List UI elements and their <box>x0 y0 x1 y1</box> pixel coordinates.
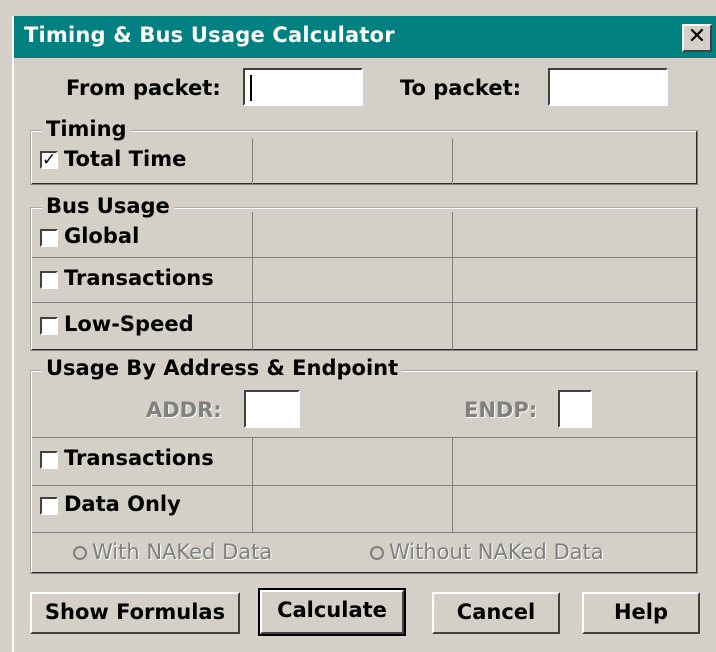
row-divider <box>32 302 696 303</box>
without-naked-data-radio[interactable] <box>370 546 384 560</box>
low-speed-checkbox[interactable] <box>40 317 58 335</box>
total-time-label[interactable]: Total Time <box>64 147 186 171</box>
from-packet-input[interactable] <box>243 68 363 106</box>
bus-usage-legend: Bus Usage <box>42 195 174 217</box>
row-divider <box>32 532 696 533</box>
column-divider <box>452 212 453 350</box>
with-naked-data-radio[interactable] <box>73 546 87 560</box>
to-packet-label: To packet: <box>400 76 522 100</box>
timing-legend: Timing <box>42 118 131 140</box>
from-packet-label: From packet: <box>66 76 221 100</box>
to-packet-input[interactable] <box>548 68 668 106</box>
window-title: Timing & Bus Usage Calculator <box>24 23 395 47</box>
addr-transactions-label[interactable]: Transactions <box>64 446 214 470</box>
title-bar[interactable]: Timing & Bus Usage Calculator ✕ <box>14 16 716 58</box>
endp-label: ENDP: <box>464 398 538 422</box>
column-divider <box>252 212 253 350</box>
column-divider <box>252 138 253 184</box>
with-naked-data-label[interactable]: With NAKed Data <box>92 540 272 564</box>
close-icon: ✕ <box>687 24 707 49</box>
row-divider <box>32 485 696 486</box>
show-formulas-button[interactable]: Show Formulas <box>30 592 240 634</box>
close-button[interactable]: ✕ <box>682 24 712 52</box>
bus-transactions-label[interactable]: Transactions <box>64 266 214 290</box>
global-label[interactable]: Global <box>64 224 139 248</box>
text-caret <box>250 75 252 101</box>
without-naked-data-label[interactable]: Without NAKed Data <box>389 540 604 564</box>
endp-input[interactable] <box>558 390 592 428</box>
low-speed-label[interactable]: Low-Speed <box>64 312 194 336</box>
calculate-button[interactable]: Calculate <box>258 588 406 636</box>
cancel-button[interactable]: Cancel <box>432 592 560 634</box>
column-divider <box>452 138 453 184</box>
addr-input[interactable] <box>244 390 300 428</box>
data-only-checkbox[interactable] <box>40 497 58 515</box>
window-edge <box>12 16 14 652</box>
addr-label: ADDR: <box>146 398 222 422</box>
check-icon: ✓ <box>42 150 57 170</box>
data-only-label[interactable]: Data Only <box>64 492 181 516</box>
total-time-checkbox[interactable]: ✓ <box>40 151 58 169</box>
bus-transactions-checkbox[interactable] <box>40 271 58 289</box>
addr-transactions-checkbox[interactable] <box>40 451 58 469</box>
address-endpoint-legend: Usage By Address & Endpoint <box>42 357 403 379</box>
global-checkbox[interactable] <box>40 229 58 247</box>
row-divider <box>32 257 696 258</box>
row-divider <box>32 437 696 438</box>
help-button[interactable]: Help <box>582 592 700 634</box>
